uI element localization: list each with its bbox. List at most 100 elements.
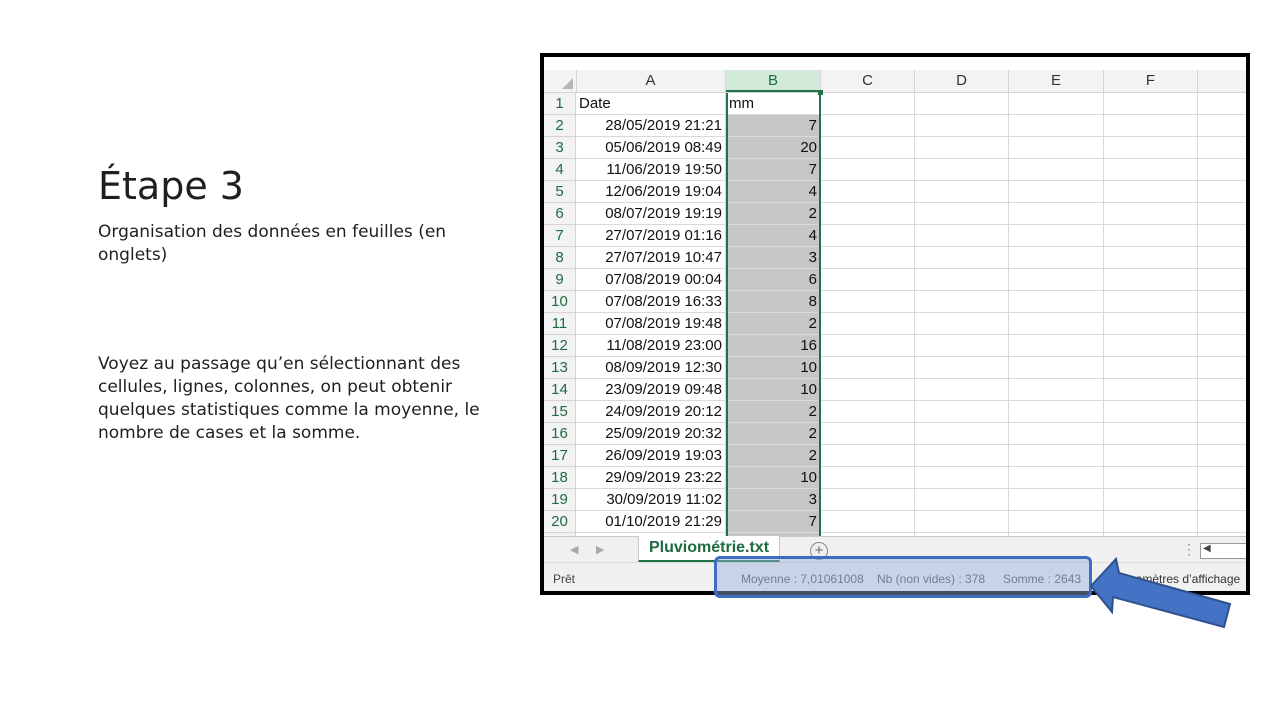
cell-date[interactable]: 27/07/2019 01:16 — [576, 225, 726, 247]
cell[interactable] — [915, 379, 1009, 401]
cell[interactable] — [821, 93, 915, 115]
cell[interactable] — [1009, 445, 1104, 467]
column-header-c[interactable]: C — [821, 70, 915, 92]
cell[interactable] — [1009, 467, 1104, 489]
column-header-d[interactable]: D — [915, 70, 1009, 92]
row-number[interactable]: 2 — [544, 115, 576, 137]
tab-scroll-right-icon[interactable]: ▶ — [596, 543, 604, 556]
cell-mm[interactable]: 10 — [726, 467, 821, 489]
cell-mm[interactable]: 7 — [726, 511, 821, 533]
column-header-g[interactable] — [1198, 70, 1246, 92]
cell-date[interactable]: 24/09/2019 20:12 — [576, 401, 726, 423]
column-header-b[interactable]: B — [726, 70, 821, 92]
cell-mm[interactable]: 2 — [726, 445, 821, 467]
cell[interactable] — [1009, 379, 1104, 401]
row-number[interactable]: 20 — [544, 511, 576, 533]
cell[interactable] — [821, 115, 915, 137]
row-number[interactable]: 13 — [544, 357, 576, 379]
cell[interactable] — [1104, 313, 1198, 335]
cell[interactable] — [821, 137, 915, 159]
cell[interactable] — [1104, 291, 1198, 313]
cell[interactable] — [1198, 379, 1246, 401]
cell[interactable] — [821, 203, 915, 225]
cell-date[interactable]: 07/08/2019 19:48 — [576, 313, 726, 335]
tab-scroll-left-icon[interactable]: ◀ — [570, 543, 578, 556]
cell[interactable] — [1104, 269, 1198, 291]
cell-date[interactable]: 30/09/2019 11:02 — [576, 489, 726, 511]
cell[interactable] — [915, 137, 1009, 159]
cell-date[interactable]: 28/05/2019 21:21 — [576, 115, 726, 137]
cell[interactable] — [915, 511, 1009, 533]
cell[interactable] — [1009, 335, 1104, 357]
cell[interactable] — [915, 445, 1009, 467]
cell[interactable] — [1009, 357, 1104, 379]
cell[interactable] — [1009, 159, 1104, 181]
cell[interactable] — [1198, 159, 1246, 181]
cell[interactable] — [1198, 115, 1246, 137]
cell[interactable] — [915, 401, 1009, 423]
cell[interactable] — [915, 335, 1009, 357]
cell[interactable] — [915, 159, 1009, 181]
cell[interactable] — [1104, 335, 1198, 357]
cell-mm[interactable]: 16 — [726, 335, 821, 357]
cell[interactable] — [821, 313, 915, 335]
cell[interactable] — [1104, 181, 1198, 203]
row-number[interactable]: 12 — [544, 335, 576, 357]
cell[interactable] — [821, 423, 915, 445]
cell-date[interactable]: 07/08/2019 00:04 — [576, 269, 726, 291]
cell[interactable] — [1104, 203, 1198, 225]
cell[interactable] — [1104, 511, 1198, 533]
cell-date[interactable]: 11/06/2019 19:50 — [576, 159, 726, 181]
scroll-left-icon[interactable]: ◀ — [1203, 543, 1211, 554]
cell[interactable] — [1198, 247, 1246, 269]
row-number[interactable]: 3 — [544, 137, 576, 159]
cell[interactable] — [1198, 137, 1246, 159]
cell[interactable] — [821, 401, 915, 423]
cell[interactable] — [915, 269, 1009, 291]
cell[interactable] — [1198, 335, 1246, 357]
cell[interactable] — [1009, 313, 1104, 335]
row-number[interactable]: 11 — [544, 313, 576, 335]
cell-mm[interactable]: 4 — [726, 225, 821, 247]
cell-date[interactable]: 27/07/2019 10:47 — [576, 247, 726, 269]
row-number[interactable]: 1 — [544, 93, 576, 115]
cell[interactable] — [1009, 225, 1104, 247]
cell[interactable] — [1009, 203, 1104, 225]
cell[interactable] — [821, 159, 915, 181]
cell-mm[interactable]: 4 — [726, 181, 821, 203]
cell-mm[interactable]: 2 — [726, 401, 821, 423]
cell[interactable] — [821, 335, 915, 357]
select-all-corner[interactable] — [544, 70, 577, 92]
cell[interactable] — [1198, 511, 1246, 533]
cell-date[interactable]: 01/10/2019 21:29 — [576, 511, 726, 533]
cell[interactable] — [1009, 269, 1104, 291]
cell[interactable] — [1198, 423, 1246, 445]
cell[interactable] — [1198, 203, 1246, 225]
row-number[interactable]: 18 — [544, 467, 576, 489]
cell[interactable] — [1009, 115, 1104, 137]
cell[interactable] — [915, 203, 1009, 225]
row-number[interactable]: 17 — [544, 445, 576, 467]
row-number[interactable]: 19 — [544, 489, 576, 511]
cell[interactable] — [1104, 489, 1198, 511]
cell-date[interactable]: 08/07/2019 19:19 — [576, 203, 726, 225]
cell[interactable] — [1104, 379, 1198, 401]
column-header-e[interactable]: E — [1009, 70, 1104, 92]
cell-date[interactable]: 05/06/2019 08:49 — [576, 137, 726, 159]
cell-a1[interactable]: Date — [576, 93, 726, 115]
row-number[interactable]: 7 — [544, 225, 576, 247]
cell[interactable] — [821, 489, 915, 511]
cell[interactable] — [821, 247, 915, 269]
cell-mm[interactable]: 8 — [726, 291, 821, 313]
cell-b1[interactable]: mm — [726, 93, 821, 115]
cell-date[interactable]: 26/09/2019 19:03 — [576, 445, 726, 467]
row-number[interactable]: 10 — [544, 291, 576, 313]
row-number[interactable]: 14 — [544, 379, 576, 401]
cell[interactable] — [821, 291, 915, 313]
cell-date[interactable]: 25/09/2019 20:32 — [576, 423, 726, 445]
row-number[interactable]: 4 — [544, 159, 576, 181]
cell[interactable] — [915, 467, 1009, 489]
cell[interactable] — [1009, 137, 1104, 159]
cell[interactable] — [915, 489, 1009, 511]
cell-mm[interactable]: 10 — [726, 357, 821, 379]
